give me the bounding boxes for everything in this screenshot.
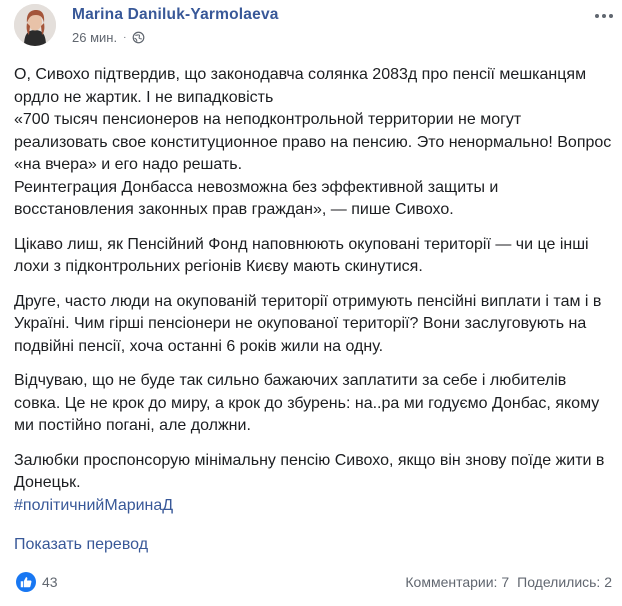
options-dot (602, 14, 606, 18)
thumbs-up-glyph (20, 577, 32, 588)
avatar[interactable] (14, 4, 56, 46)
shares-count[interactable]: Поделились: 2 (517, 574, 612, 590)
post-paragraph: Друге, часто люди на окупованій територі… (14, 292, 602, 355)
post-footer: 43 Комментарии: 7 Поделились: 2 (14, 570, 612, 598)
like-icon[interactable] (16, 572, 36, 592)
hashtag-link[interactable]: #політичнийМаринаД (14, 495, 614, 518)
more-options-icon[interactable] (592, 6, 616, 26)
post-paragraph: Цікаво лиш, як Пенсійний Фонд наповнюють… (14, 235, 589, 276)
post-meta: 26 мин. · (72, 30, 145, 45)
post-paragraph: Залюбки проспонсорую мінімальну пенсію С… (14, 451, 605, 492)
post-paragraph: О, Сивохо підтвердив, що законодавча сол… (14, 66, 612, 218)
avatar-image (14, 4, 56, 46)
options-dot (609, 14, 613, 18)
reactions-count[interactable]: 43 (42, 574, 58, 590)
translate-link[interactable]: Показать перевод (14, 536, 148, 554)
post-paragraph: Відчуваю, що не буде так сильно бажаючих… (14, 372, 600, 434)
meta-separator: · (123, 32, 127, 43)
globe-icon[interactable] (132, 31, 145, 44)
post-header: Marina Daniluk-Yarmolaeva 26 мин. · (14, 4, 614, 54)
post-timestamp[interactable]: 26 мин. (72, 30, 117, 45)
options-dot (595, 14, 599, 18)
author-name[interactable]: Marina Daniluk-Yarmolaeva (72, 6, 279, 24)
comments-count[interactable]: Комментарии: 7 (405, 574, 509, 590)
post-body: О, Сивохо підтвердив, що законодавча сол… (14, 64, 614, 529)
post-stats: Комментарии: 7 Поделились: 2 (405, 574, 612, 590)
